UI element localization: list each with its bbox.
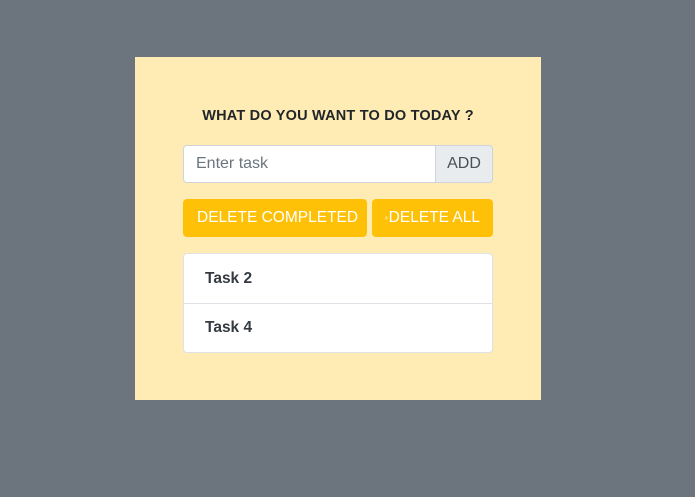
task-list: Task 2 Task 4 (183, 253, 493, 353)
add-button[interactable]: ADD (435, 145, 493, 183)
trash-icon (385, 216, 388, 220)
action-buttons: DELETE COMPLETED DELETE ALL (183, 199, 493, 237)
page-title: WHAT DO YOU WANT TO DO TODAY ? (202, 108, 474, 124)
delete-completed-button[interactable]: DELETE COMPLETED (183, 199, 367, 237)
task-input-group: ADD (183, 145, 493, 183)
task-label: Task 2 (205, 269, 253, 287)
delete-all-button[interactable]: DELETE ALL (372, 199, 493, 237)
task-label: Task 4 (205, 319, 253, 336)
task-input[interactable] (183, 145, 435, 183)
delete-all-label: DELETE ALL (388, 209, 480, 226)
todo-card: WHAT DO YOU WANT TO DO TODAY ? ADD DELET… (135, 57, 541, 400)
list-item[interactable]: Task 4 (184, 303, 492, 352)
list-item[interactable]: Task 2 (184, 254, 492, 303)
add-button-label: ADD (447, 155, 481, 172)
delete-completed-label: DELETE COMPLETED (197, 209, 359, 226)
